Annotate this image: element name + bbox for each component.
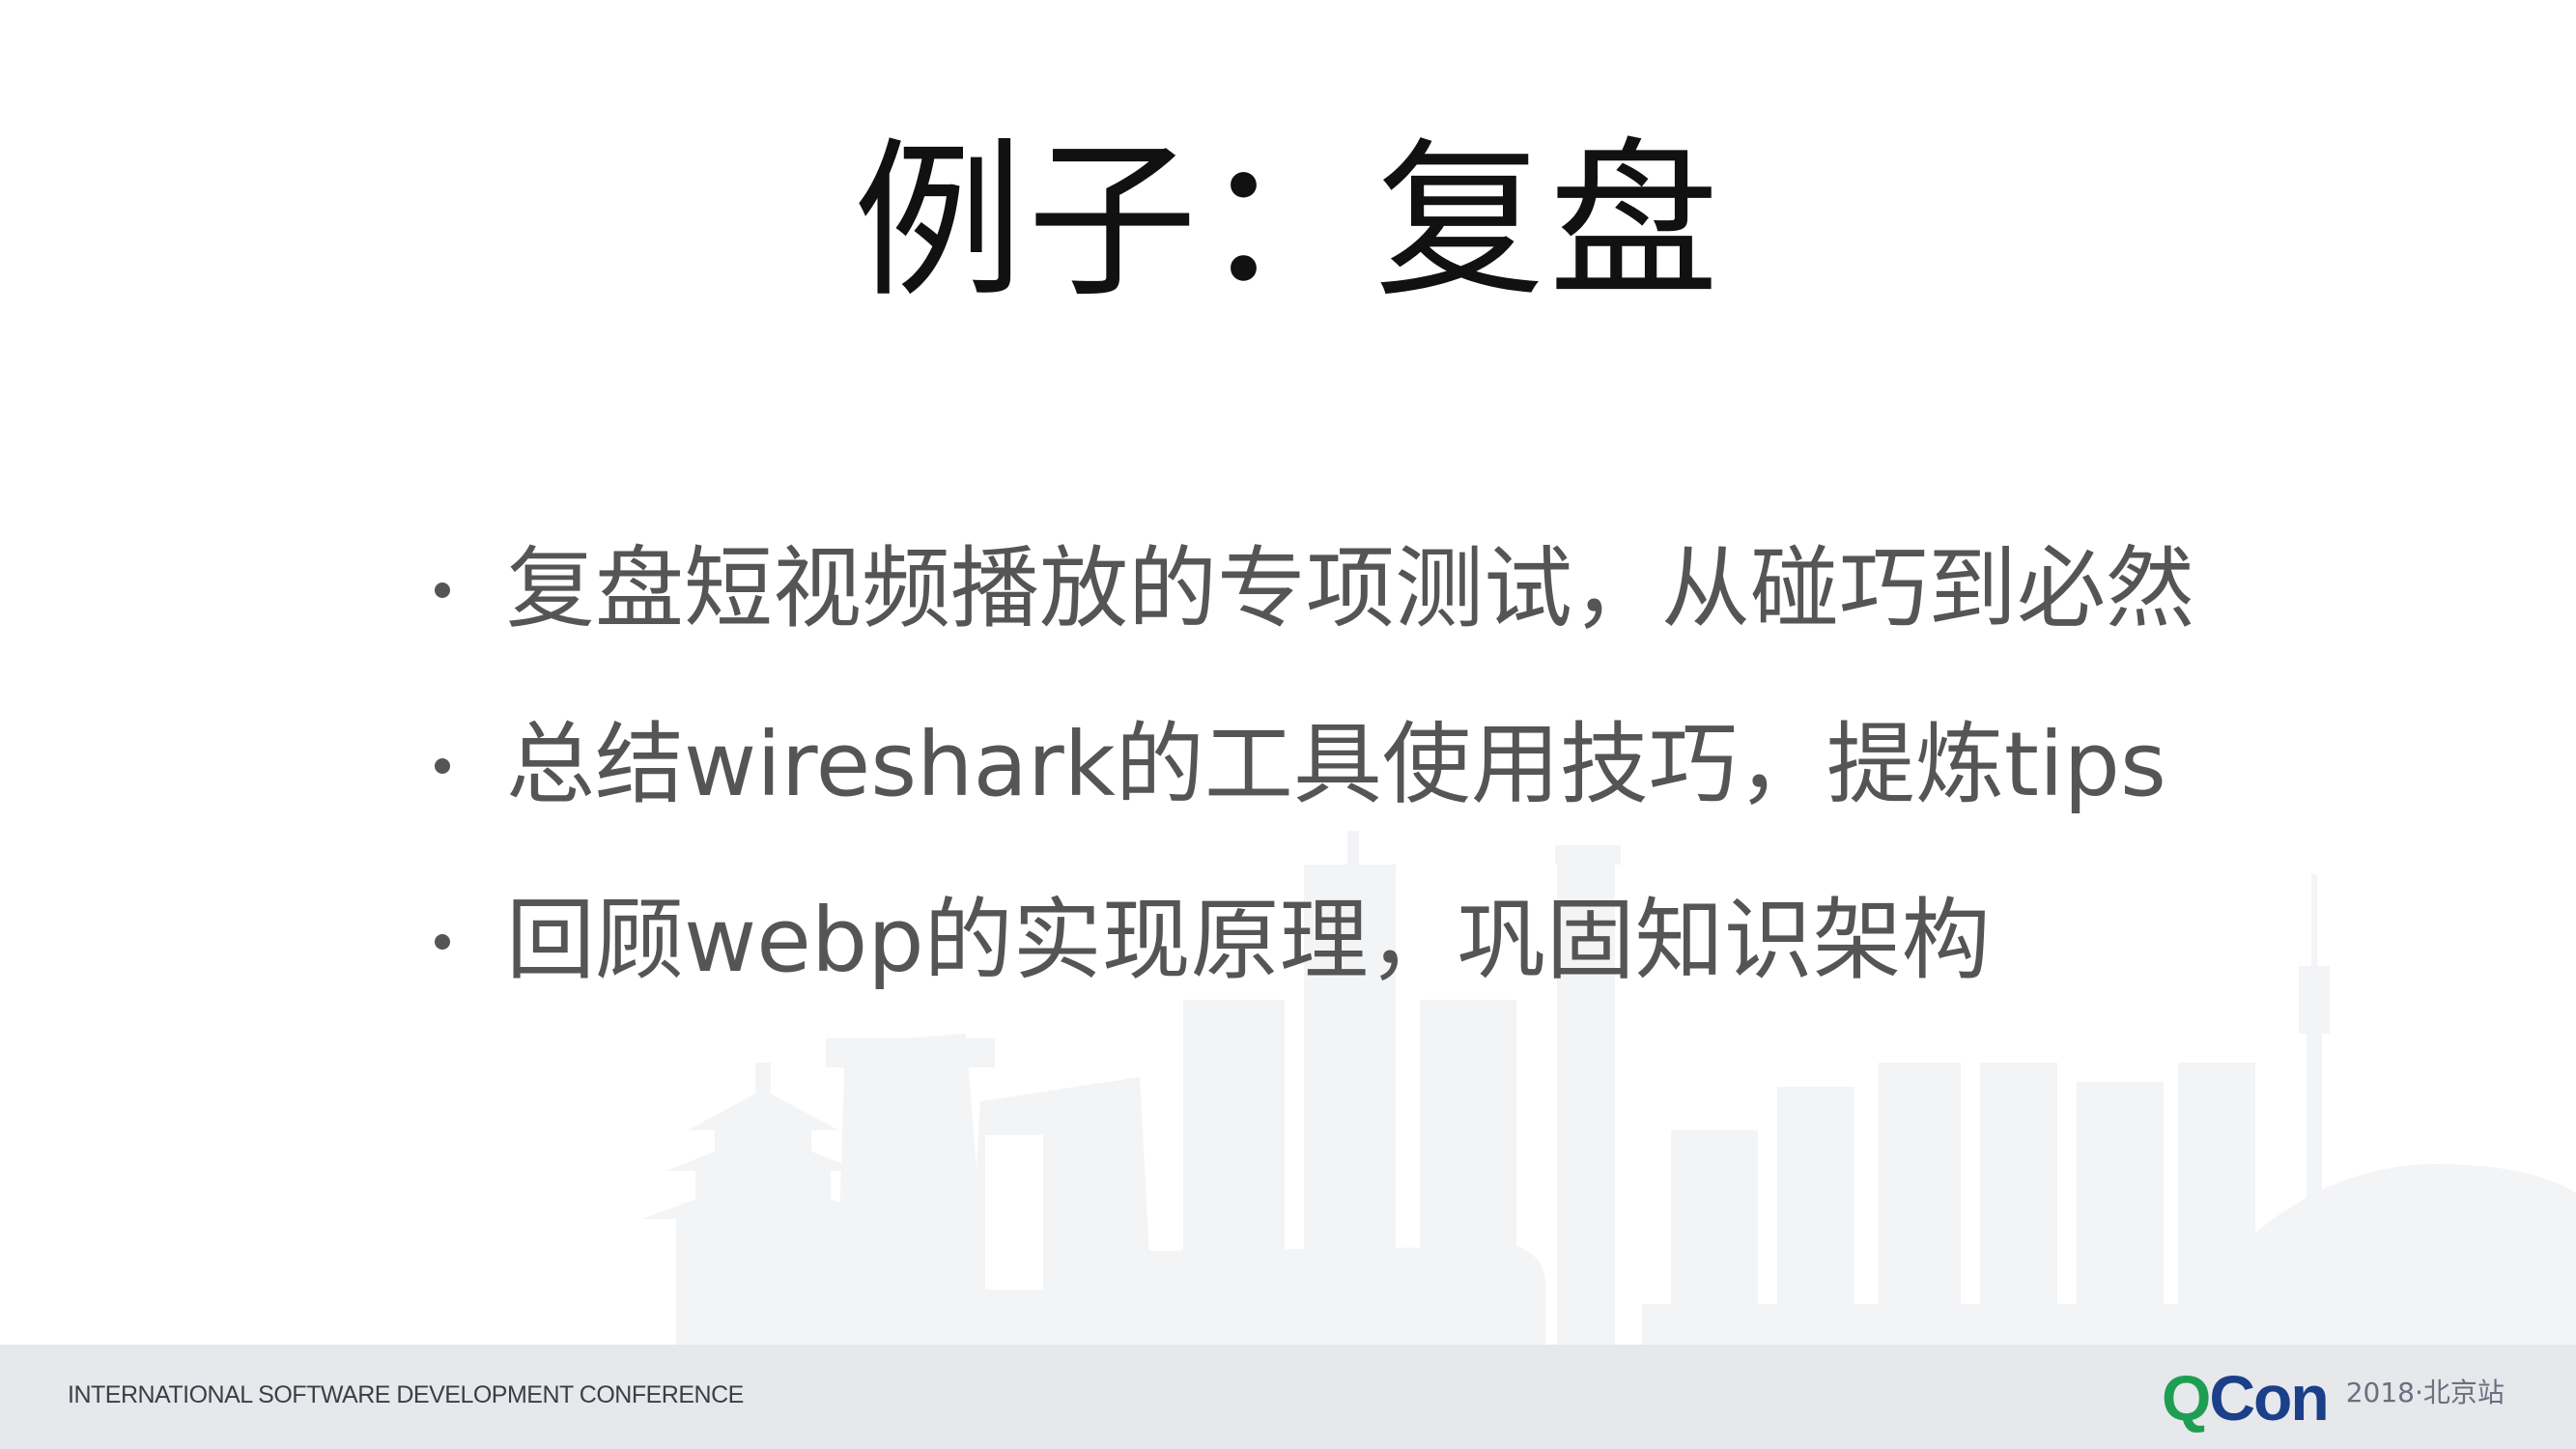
slide: 例子：复盘 复盘短视频播放的专项测试，从碰巧到必然 总结wireshark的工具…: [0, 0, 2576, 1449]
bullet-text: 回顾webp的实现原理，巩固知识架构: [506, 889, 1991, 992]
bullet-text: 复盘短视频播放的专项测试，从碰巧到必然: [506, 537, 2195, 640]
footer-bar: INTERNATIONAL SOFTWARE DEVELOPMENT CONFE…: [0, 1345, 2576, 1449]
bullet-dot-icon: [435, 934, 450, 950]
bullet-text: 总结wireshark的工具使用技巧，提炼tips: [506, 713, 2166, 816]
qcon-logo-q: Q: [2162, 1362, 2211, 1434]
bullet-dot-icon: [435, 758, 450, 774]
bullet-item: 复盘短视频播放的专项测试，从碰巧到必然: [425, 526, 2194, 702]
slide-title: 例子：复盘: [853, 123, 1723, 321]
qcon-logo: QCon: [2162, 1362, 2330, 1434]
qcon-logo-con: Con: [2209, 1362, 2329, 1434]
bullet-item: 总结wireshark的工具使用技巧，提炼tips: [425, 702, 2194, 878]
qcon-brand: QCon 2018·北京站: [2162, 1364, 2505, 1432]
event-label: 2018·北京站: [2345, 1377, 2505, 1408]
bullet-list: 复盘短视频播放的专项测试，从碰巧到必然 总结wireshark的工具使用技巧，提…: [425, 526, 2194, 1054]
bullet-item: 回顾webp的实现原理，巩固知识架构: [425, 878, 2194, 1054]
bullet-dot-icon: [435, 582, 450, 598]
conference-name: INTERNATIONAL SOFTWARE DEVELOPMENT CONFE…: [68, 1381, 744, 1408]
